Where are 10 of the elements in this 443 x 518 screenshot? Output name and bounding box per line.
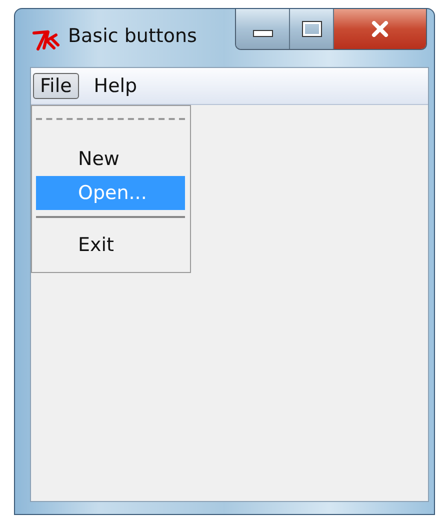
close-icon xyxy=(371,21,389,37)
close-button[interactable] xyxy=(334,9,426,49)
menu-item[interactable]: File xyxy=(33,73,79,99)
menu-item[interactable]: Exit xyxy=(36,228,185,262)
logo-icon xyxy=(32,29,62,51)
menu-item[interactable]: Help xyxy=(86,73,144,99)
minimize-button[interactable] xyxy=(236,9,290,49)
maximize-button[interactable] xyxy=(290,9,334,49)
window-title: Basic buttons xyxy=(68,25,197,47)
menu-item[interactable]: New xyxy=(36,142,185,176)
